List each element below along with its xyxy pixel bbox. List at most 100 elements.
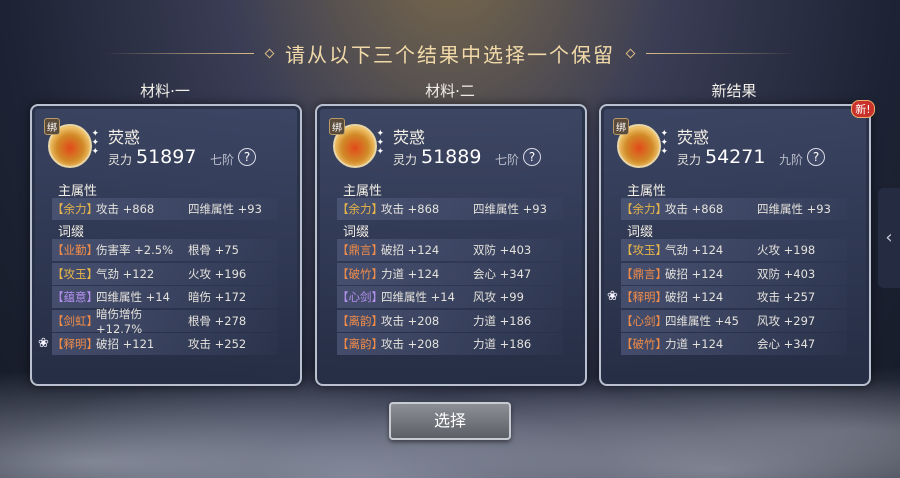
header-line-right	[646, 52, 796, 54]
attr-tag: 【破竹】	[337, 266, 383, 281]
header: 请从以下三个结果中选择一个保留	[0, 38, 900, 68]
sparkle-icon: ✦ ✦ ✦	[91, 129, 99, 157]
suffix-row: 【心剑】 四维属性 +45 风攻 +297	[621, 309, 847, 332]
attr-tag: 【业勤】	[52, 243, 98, 257]
suffix-heading: 词缀	[627, 225, 654, 240]
column-label: 新结果	[711, 82, 757, 100]
attr-tag: 【余力】	[52, 202, 98, 216]
main-attr-heading: 主属性	[627, 184, 667, 199]
item-avatar-icon: 绑 ✦ ✦ ✦	[44, 118, 99, 168]
attr-value-1: 破招 +121	[96, 337, 155, 351]
attr-value-2: 攻击 +252	[188, 337, 247, 351]
suffix-row: 【破竹】 力道 +124 会心 +347	[337, 262, 563, 285]
attr-value-1: 四维属性 +14	[96, 290, 170, 304]
attr-value-1: 破招 +124	[665, 290, 724, 304]
attr-tag: 【心剑】	[337, 290, 383, 304]
item-avatar-icon: 绑 ✦ ✦ ✦	[329, 118, 384, 168]
attr-tag: 【释明】	[52, 337, 98, 351]
attr-value-1: 暗伤增伤 +12.7%	[96, 306, 143, 336]
attr-value-2: 四维属性 +93	[473, 202, 547, 216]
attr-tag: 【余力】	[337, 202, 383, 216]
sparkle-icon: ✦ ✦ ✦	[660, 129, 668, 157]
attr-value-2: 双防 +403	[473, 243, 532, 257]
page-title: 请从以下三个结果中选择一个保留	[285, 42, 615, 67]
attr-tag: 【离韵】	[337, 313, 383, 328]
item-name: 荧惑	[108, 128, 141, 147]
header-line-left	[104, 52, 254, 54]
attr-tag: 【破竹】	[621, 337, 667, 351]
attr-tag: 【攻玉】	[621, 243, 667, 257]
suffix-row: 【离韵】 攻击 +208 力道 +186	[337, 333, 563, 355]
attr-tag: 【蕴意】	[52, 290, 98, 304]
power-label: 灵力	[393, 153, 418, 167]
attr-tag: 【释明】	[621, 290, 667, 304]
attr-value-2: 会心 +347	[473, 266, 532, 281]
power-label: 灵力	[108, 153, 133, 167]
help-icon[interactable]: ?	[523, 148, 541, 166]
power-label: 灵力	[677, 153, 702, 167]
attr-value-1: 攻击 +868	[665, 202, 724, 216]
help-icon[interactable]: ?	[238, 148, 256, 166]
column-label: 材料·一	[140, 82, 190, 100]
suffix-row: 【鼎言】 破招 +124 双防 +403	[337, 239, 563, 261]
suffix-heading: 词缀	[58, 225, 85, 240]
attr-value-2: 根骨 +75	[188, 243, 239, 257]
attr-value-2: 风攻 +297	[757, 313, 816, 328]
attr-value-2: 暗伤 +172	[188, 290, 247, 304]
attr-tag: 【剑虹】	[52, 313, 98, 328]
attr-value-1: 力道 +124	[665, 337, 724, 351]
attr-tag: 【心剑】	[621, 313, 667, 328]
attr-tag: 【鼎言】	[337, 243, 383, 257]
attr-tag: 【攻玉】	[52, 266, 98, 281]
result-card[interactable]: 绑 ✦ ✦ ✦ 荧惑 灵力 51897 七阶 ? 主属性 【余力】 攻击 +868 …	[30, 104, 302, 386]
attr-value-1: 四维属性 +45	[665, 313, 739, 328]
attr-value-1: 伤害率 +2.5%	[96, 243, 174, 257]
result-card[interactable]: 绑 ✦ ✦ ✦ 荧惑 灵力 51889 七阶 ? 主属性 【余力】 攻击 +868 …	[315, 104, 587, 386]
suffix-row: 【攻玉】 气劲 +122 火攻 +196	[52, 262, 278, 285]
select-button[interactable]: 选择	[389, 402, 511, 440]
attr-value-2: 双防 +403	[757, 266, 816, 281]
main-attr-row: 【余力】 攻击 +868 四维属性 +93	[337, 198, 563, 220]
lotus-icon: ❀	[38, 336, 49, 351]
tier-label: 七阶	[210, 153, 235, 167]
suffix-row: 【业勤】 伤害率 +2.5% 根骨 +75	[52, 239, 278, 261]
attr-value-2: 力道 +186	[473, 337, 532, 351]
bound-badge: 绑	[329, 118, 345, 135]
suffix-row: 【破竹】 力道 +124 会心 +347	[621, 333, 847, 355]
attr-value-2: 力道 +186	[473, 313, 532, 328]
side-panel-arrow-icon[interactable]: ‹	[878, 188, 900, 288]
help-icon[interactable]: ?	[807, 148, 825, 166]
suffix-row: 【剑虹】 暗伤增伤 +12.7% 根骨 +278	[52, 307, 278, 336]
new-badge: 新!	[851, 100, 875, 118]
attr-tag: 【余力】	[621, 202, 667, 216]
attr-value-2: 风攻 +99	[473, 290, 524, 304]
main-attr-heading: 主属性	[58, 184, 98, 199]
tier-label: 九阶	[779, 153, 804, 167]
attr-value-2: 火攻 +196	[188, 266, 247, 281]
power-value: 51897	[136, 146, 197, 168]
attr-value-1: 攻击 +868	[96, 202, 155, 216]
main-attr-row: 【余力】 攻击 +868 四维属性 +93	[621, 198, 847, 220]
attr-value-1: 气劲 +124	[665, 243, 724, 257]
header-diamond-left	[264, 48, 275, 58]
suffix-row: ❀ 【释明】 破招 +121 攻击 +252	[38, 333, 278, 355]
attr-value-1: 力道 +124	[381, 266, 440, 281]
attr-value-1: 破招 +124	[381, 243, 440, 257]
tier-label: 七阶	[495, 153, 520, 167]
main-attr-heading: 主属性	[343, 184, 383, 199]
suffix-row: 【离韵】 攻击 +208 力道 +186	[337, 309, 563, 332]
attr-value-1: 破招 +124	[665, 266, 724, 281]
attr-tag: 【鼎言】	[621, 266, 667, 281]
result-card[interactable]: 绑 ✦ ✦ ✦ 荧惑 灵力 54271 九阶 ? 主属性 【余力】 攻击 +868 …	[599, 100, 875, 386]
sparkle-icon: ✦ ✦ ✦	[376, 129, 384, 157]
attr-value-1: 攻击 +868	[381, 202, 440, 216]
item-name: 荧惑	[393, 128, 426, 147]
item-name: 荧惑	[677, 128, 710, 147]
item-avatar-icon: 绑 ✦ ✦ ✦	[613, 118, 668, 168]
attr-value-2: 攻击 +257	[757, 290, 816, 304]
attr-tag: 【离韵】	[337, 337, 383, 351]
suffix-row: 【攻玉】 气劲 +124 火攻 +198	[621, 239, 847, 261]
suffix-row: 【心剑】 四维属性 +14 风攻 +99	[337, 286, 563, 308]
header-diamond-right	[625, 48, 636, 58]
attr-value-2: 四维属性 +93	[757, 202, 831, 216]
